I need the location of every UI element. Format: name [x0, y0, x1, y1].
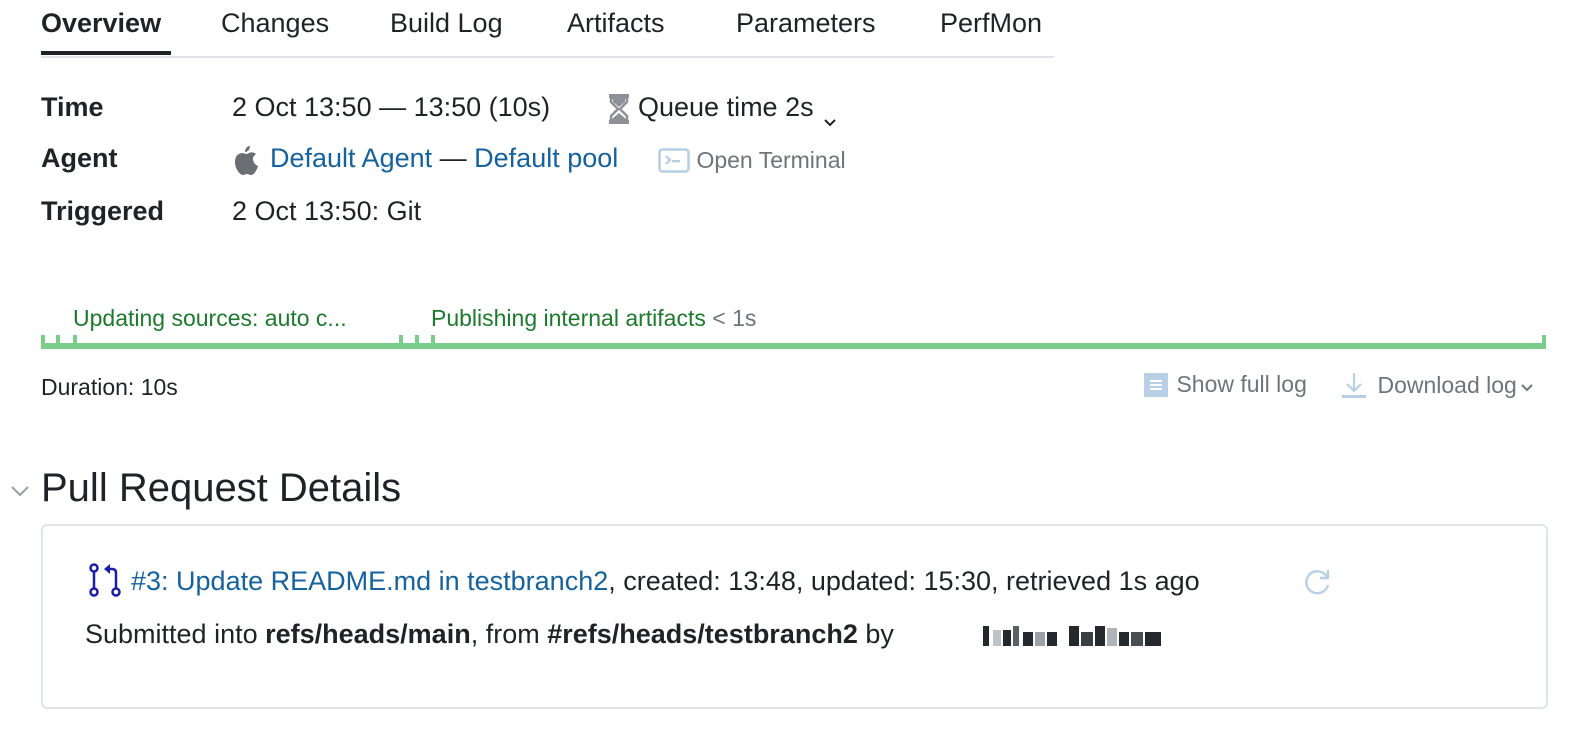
build-duration: Duration: 10s — [41, 374, 178, 400]
collapse-section-chevron-icon[interactable] — [10, 484, 30, 498]
download-icon — [1341, 371, 1367, 399]
triggered-label: Triggered — [41, 196, 165, 226]
stage-label: Publishing internal artifacts — [431, 305, 706, 331]
show-full-log-label: Show full log — [1176, 371, 1307, 397]
tab-overview[interactable]: Overview — [41, 8, 161, 39]
download-log-label: Download log — [1377, 371, 1517, 398]
author-redacted — [983, 624, 1163, 648]
tab-build-log[interactable]: Build Log — [390, 8, 503, 39]
timeline-tick — [41, 335, 45, 343]
open-terminal-label: Open Terminal — [696, 147, 846, 173]
timeline-tick — [431, 335, 435, 343]
hourglass-icon — [608, 94, 630, 124]
queue-time-dropdown[interactable]: Queue time 2s — [638, 92, 836, 127]
stage-updating-sources[interactable]: Updating sources: auto c... — [73, 305, 347, 332]
section-title: Pull Request Details — [41, 466, 402, 510]
stage-publishing-artifacts[interactable]: Publishing internal artifacts < 1s — [431, 305, 756, 332]
pull-request-summary: #3: Update README.md in testbranch2, cre… — [131, 566, 1200, 597]
queue-time-text: Queue time 2s — [638, 92, 814, 122]
agent-label: Agent — [41, 143, 118, 173]
timeline-tick — [1542, 335, 1546, 343]
stage-label: Updating sources: auto c... — [73, 305, 347, 331]
chevron-down-icon — [824, 104, 836, 127]
tab-artifacts[interactable]: Artifacts — [567, 8, 665, 39]
from-text: , from — [470, 619, 548, 649]
pull-request-meta: , created: 13:48, updated: 15:30, retrie… — [608, 566, 1200, 596]
tab-parameters[interactable]: Parameters — [736, 8, 876, 39]
terminal-icon — [658, 147, 690, 174]
pull-request-card — [41, 524, 1548, 709]
refresh-icon[interactable] — [1302, 568, 1332, 598]
time-label: Time — [41, 92, 104, 122]
time-value: 2 Oct 13:50 — 13:50 (10s) — [232, 92, 551, 122]
timeline-tick — [56, 335, 60, 343]
tab-changes[interactable]: Changes — [221, 8, 329, 39]
pull-request-icon — [88, 563, 122, 597]
stage-duration: < 1s — [712, 305, 757, 331]
agent-separator: — — [439, 143, 467, 173]
agent-pool-link[interactable]: Default pool — [474, 143, 618, 173]
source-branch: #refs/heads/testbranch2 — [547, 619, 858, 649]
apple-icon — [232, 144, 260, 176]
by-text: by — [857, 619, 894, 649]
download-log-dropdown[interactable]: Download log — [1341, 371, 1533, 399]
build-timeline-bar[interactable] — [41, 335, 1546, 349]
log-icon — [1144, 372, 1168, 397]
chevron-down-icon — [1521, 380, 1533, 392]
pull-request-title-link[interactable]: #3: Update README.md in testbranch2 — [131, 566, 608, 596]
target-branch: refs/heads/main — [265, 619, 471, 649]
timeline-tick — [399, 335, 403, 343]
tab-bar: Overview Changes Build Log Artifacts Par… — [41, 0, 1054, 58]
timeline-tick — [73, 335, 77, 343]
pull-request-branches: Submitted into refs/heads/main, from #re… — [85, 619, 894, 650]
triggered-value: 2 Oct 13:50: Git — [232, 196, 422, 226]
timeline-tick — [415, 335, 419, 343]
agent-name-link[interactable]: Default Agent — [270, 143, 432, 173]
open-terminal-button[interactable]: Open Terminal — [658, 147, 846, 174]
show-full-log-button[interactable]: Show full log — [1144, 371, 1307, 398]
submitted-prefix: Submitted into — [85, 619, 266, 649]
agent-info: Default Agent — Default pool — [270, 143, 618, 174]
active-tab-indicator — [41, 51, 171, 55]
tab-perfmon[interactable]: PerfMon — [940, 8, 1042, 39]
